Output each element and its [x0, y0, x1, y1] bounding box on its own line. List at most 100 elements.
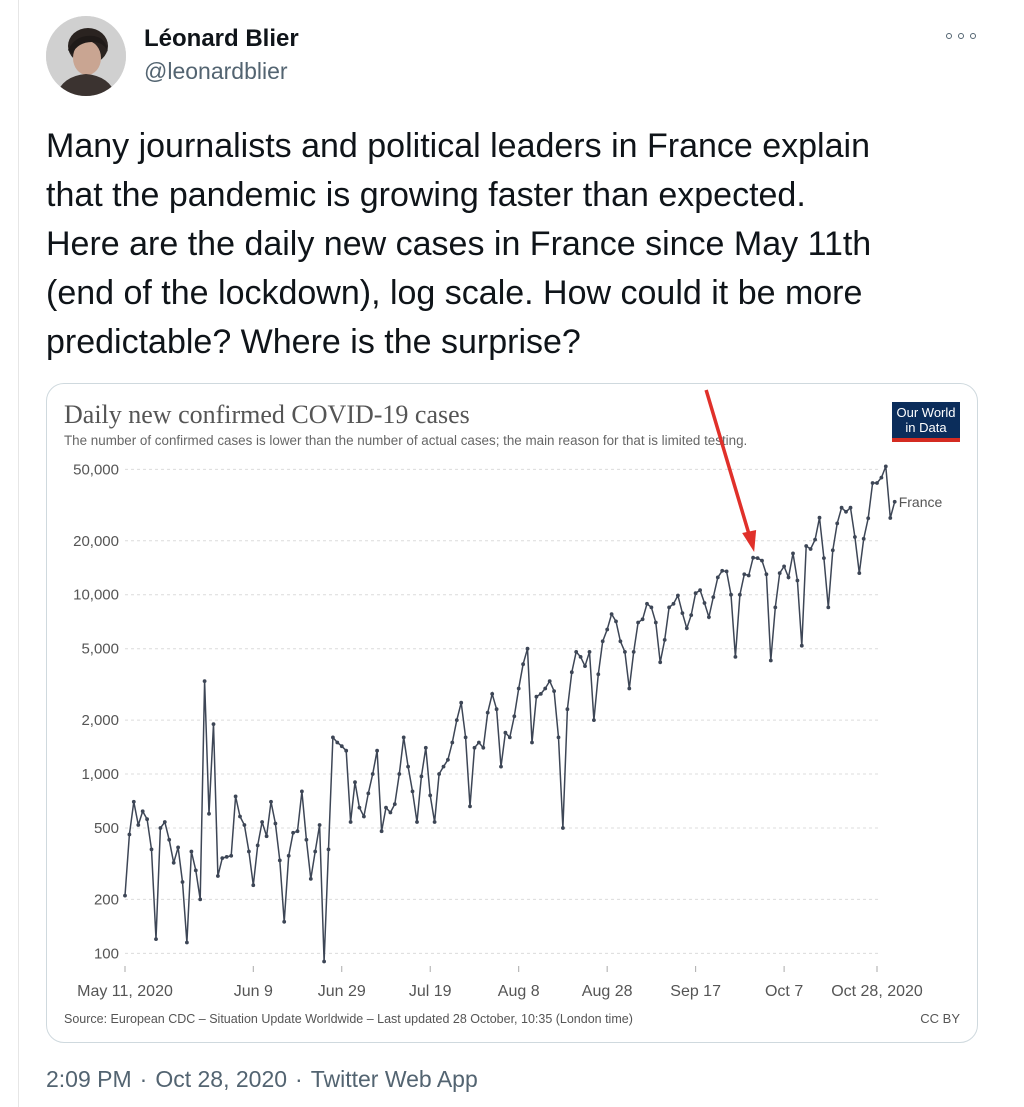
- data-point: [348, 820, 353, 824]
- data-point: [238, 814, 242, 819]
- data-point: [870, 481, 875, 485]
- x-axis: May 11, 2020 Jun 9 Jun 29 Jul 19 Aug 8 Aug 28…: [77, 966, 923, 1000]
- series-label-france: France: [899, 494, 943, 510]
- y-tick-label: 500: [94, 820, 119, 837]
- y-tick-label: 10,000: [73, 587, 119, 604]
- data-point: [499, 764, 503, 769]
- y-tick-label: 100: [94, 945, 119, 962]
- data-point: [353, 780, 357, 785]
- data-point: [339, 744, 344, 749]
- author-name[interactable]: Léonard Blier: [144, 24, 299, 54]
- data-point: [375, 748, 379, 753]
- data-point: [450, 740, 455, 745]
- data-point: [587, 650, 592, 654]
- data-point: [282, 919, 287, 924]
- data-point: [839, 505, 844, 510]
- data-point: [768, 658, 773, 663]
- data-point: [437, 772, 441, 776]
- data-point: [216, 874, 220, 878]
- data-point: [667, 605, 671, 610]
- data-point: [786, 575, 791, 580]
- data-point: [592, 718, 596, 722]
- data-point: [698, 588, 702, 593]
- data-point: [671, 601, 676, 606]
- y-tick-label: 20,000: [73, 533, 119, 550]
- data-point: [640, 617, 645, 622]
- data-point: [715, 575, 720, 580]
- data-point: [415, 820, 419, 824]
- data-point: [211, 722, 216, 726]
- x-tick-label: Oct 7: [765, 983, 803, 1000]
- data-point: [561, 826, 565, 830]
- data-point: [379, 829, 384, 834]
- data-point: [198, 897, 203, 902]
- timeline-divider: [18, 0, 19, 1107]
- data-point: [423, 745, 428, 750]
- more-options-button[interactable]: [946, 26, 976, 46]
- tweet-time[interactable]: 2:09 PM: [46, 1066, 132, 1093]
- separator: ·: [295, 1066, 303, 1092]
- data-point: [808, 547, 813, 551]
- data-point: [472, 745, 477, 750]
- data-point: [193, 868, 198, 873]
- data-point: [525, 646, 530, 651]
- grid: [125, 468, 879, 954]
- data-point: [202, 679, 207, 683]
- tweet-source[interactable]: Twitter Web App: [311, 1066, 478, 1093]
- tweet-header: Léonard Blier @leonardblier: [46, 16, 986, 98]
- data-point: [507, 735, 512, 740]
- data-point: [136, 823, 141, 827]
- data-point: [711, 595, 716, 599]
- data-point: [145, 817, 149, 822]
- data-point: [645, 601, 649, 606]
- data-point: [277, 858, 282, 863]
- data-point: [738, 592, 742, 597]
- data-point: [419, 774, 424, 779]
- data-point: [879, 475, 884, 480]
- data-point: [304, 837, 309, 842]
- avatar[interactable]: [46, 16, 126, 96]
- data-point: [618, 639, 623, 644]
- tweet-date[interactable]: Oct 28, 2020: [155, 1066, 287, 1093]
- y-tick-label: 5,000: [81, 641, 119, 658]
- data-point: [158, 826, 163, 830]
- data-point: [260, 820, 264, 824]
- data-point: [552, 689, 556, 693]
- chart-source[interactable]: Source: European CDC – Situation Update …: [64, 1012, 633, 1026]
- y-tick-label: 1,000: [81, 766, 119, 783]
- data-point: [848, 505, 853, 510]
- data-point: [623, 650, 627, 654]
- data-point: [446, 757, 450, 762]
- data-point: [826, 605, 831, 610]
- data-point: [251, 883, 256, 888]
- data-point: [702, 601, 707, 605]
- data-point: [162, 820, 167, 824]
- data-point: [207, 811, 211, 816]
- author-handle[interactable]: @leonardblier: [144, 56, 299, 86]
- y-axis: 100 200 500 1,000 2,000 5,000 10,000 20,000 50,0…: [73, 461, 119, 962]
- owid-logo[interactable]: Our World in Data: [892, 402, 960, 442]
- data-point: [454, 718, 459, 722]
- data-point: [366, 791, 371, 796]
- series-france: [123, 464, 897, 964]
- chart-title: Daily new confirmed COVID-19 cases: [64, 400, 470, 429]
- more-horizontal-icon: [970, 33, 976, 39]
- data-point: [861, 536, 866, 541]
- separator: ·: [139, 1066, 148, 1092]
- data-point: [154, 937, 158, 941]
- chart-license[interactable]: CC BY: [920, 1011, 960, 1026]
- data-point: [229, 853, 234, 858]
- logo-line-2: in Data: [905, 420, 947, 435]
- y-tick-label: 50,000: [73, 461, 119, 478]
- tweet-media-card[interactable]: Daily new confirmed COVID-19 cases The n…: [46, 383, 978, 1043]
- data-point: [485, 710, 490, 715]
- data-point: [401, 735, 406, 740]
- data-point: [269, 799, 273, 804]
- data-point: [892, 499, 897, 504]
- data-point: [397, 772, 402, 776]
- data-point: [530, 740, 534, 745]
- data-point: [494, 707, 499, 712]
- data-point: [822, 556, 826, 560]
- chart-subtitle: The number of confirmed cases is lower t…: [64, 433, 747, 448]
- data-point: [357, 805, 362, 810]
